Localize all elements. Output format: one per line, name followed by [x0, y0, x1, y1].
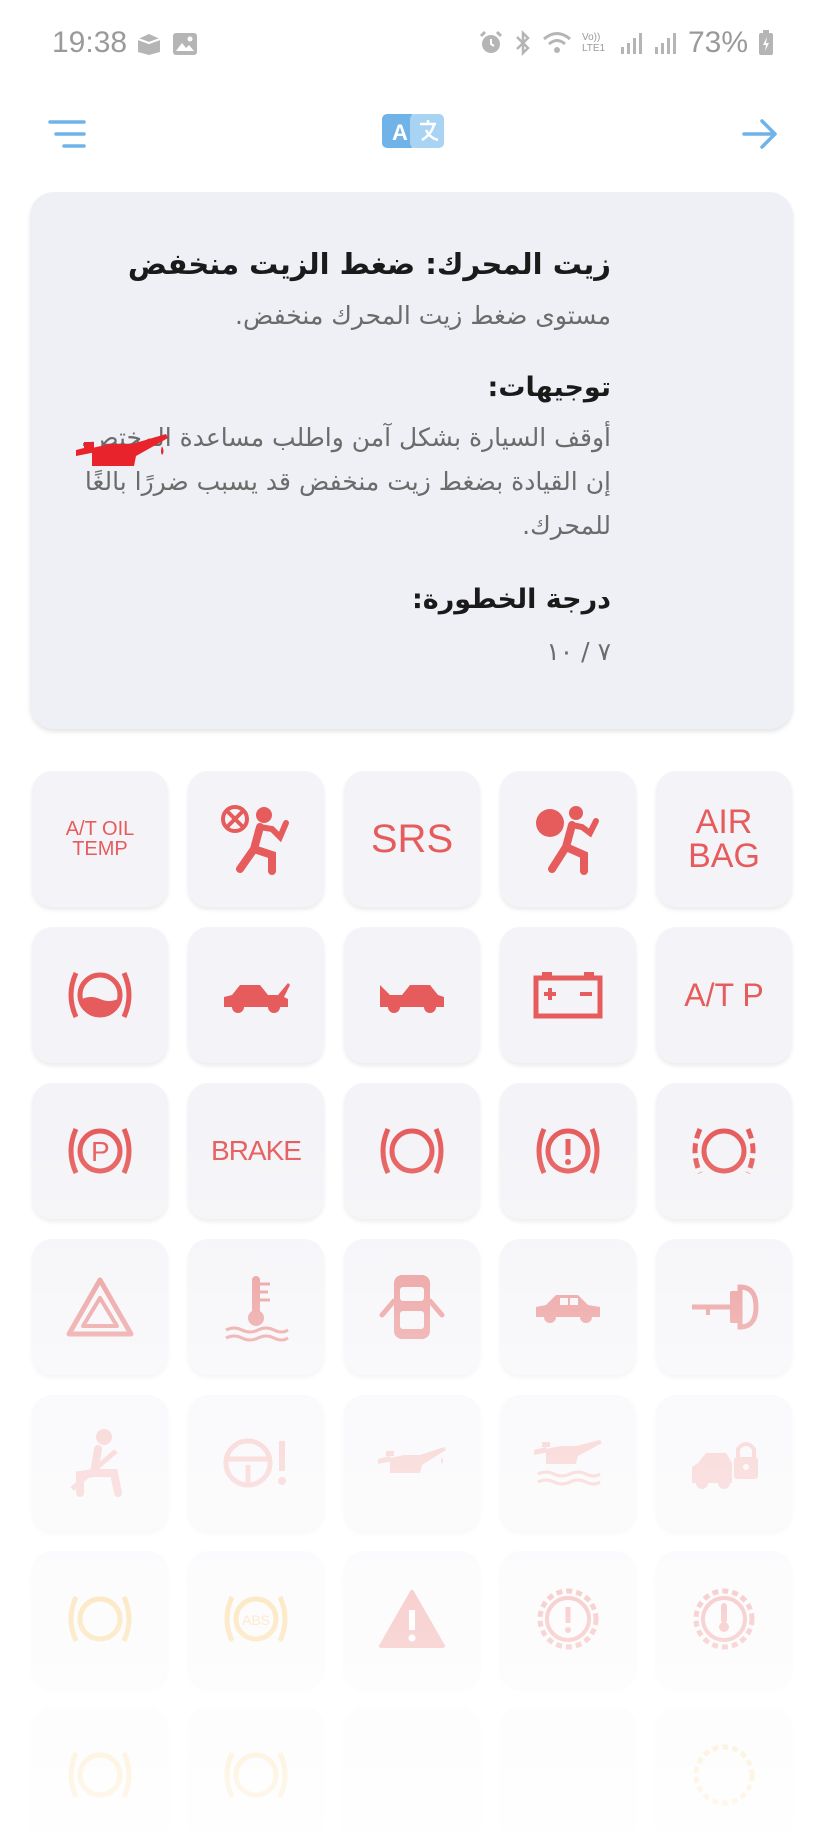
tile-label: A/T OIL TEMP: [65, 818, 135, 860]
tile-label: AIR BAG: [688, 803, 760, 875]
tile-abs[interactable]: ABS: [188, 1551, 324, 1687]
brake-circle-yellow-icon: [64, 1589, 136, 1649]
status-bar: 19:38 Vo)) LTE1 73%: [0, 0, 824, 90]
volte-label: Vo)) LTE1: [581, 32, 606, 54]
tile-seatbelt[interactable]: [32, 1395, 168, 1531]
gallery-icon: [172, 32, 198, 60]
steering-warning-icon: [220, 1433, 292, 1493]
key-icon: [688, 1277, 760, 1337]
trunk-open-icon: [220, 975, 292, 1015]
gear-exclamation-icon: [532, 1583, 604, 1655]
brake-pad-icon: [688, 1121, 760, 1181]
oil-can-icon: [376, 1443, 448, 1483]
brake-fluid-icon: [64, 965, 136, 1025]
tile-general-warning[interactable]: [344, 1551, 480, 1687]
tile-door-open[interactable]: [344, 1239, 480, 1375]
tile-car-lock[interactable]: [656, 1395, 792, 1531]
warning-info-card: زيت المحرك: ضغط الزيت منخفض مستوى ضغط زي…: [30, 192, 793, 729]
airbag-icon: [532, 803, 604, 875]
car-side-icon: [532, 1287, 604, 1327]
hazard-triangle-icon: [65, 1276, 135, 1338]
tile-row7-4[interactable]: [500, 1707, 636, 1832]
tile-label: SRS: [370, 817, 454, 861]
tile-at-oil-temp[interactable]: A/T OIL TEMP: [32, 771, 168, 907]
tile-car-side[interactable]: [500, 1239, 636, 1375]
signal-icon-2: [654, 31, 678, 55]
status-time: 19:38: [52, 26, 128, 59]
tile-row7-3[interactable]: [344, 1707, 480, 1832]
status-indicators: Vo)) LTE1 73%: [478, 26, 774, 60]
hood-open-icon: [376, 975, 448, 1015]
battery-percent: 73%: [687, 26, 748, 59]
car-lock-icon: [688, 1433, 760, 1493]
tile-oil-can[interactable]: [344, 1395, 480, 1531]
tile-steering-warning[interactable]: [188, 1395, 324, 1531]
tile-label: BRAKE: [211, 1135, 302, 1166]
severity-value: ٧ / ١٠: [546, 637, 611, 666]
coolant-temp-icon: [220, 1272, 292, 1342]
tile-brake-pad[interactable]: [656, 1083, 792, 1219]
steering-circle-icon: [220, 1745, 292, 1805]
card-description: مستوى ضغط زيت المحرك منخفض.: [235, 301, 611, 330]
abs-icon: ABS: [220, 1589, 292, 1649]
tile-gear-temp[interactable]: [656, 1551, 792, 1687]
tile-coolant-temp[interactable]: [188, 1239, 324, 1375]
oil-pressure-icon: [74, 428, 170, 482]
brake-circle-yellow-icon: [64, 1745, 136, 1805]
card-title: زيت المحرك: ضغط الزيت منخفض: [127, 247, 611, 281]
tile-hazard[interactable]: [32, 1239, 168, 1375]
bluetooth-icon: [514, 29, 532, 57]
svg-text:ABS: ABS: [242, 1612, 270, 1628]
tile-brake-yellow[interactable]: [32, 1551, 168, 1687]
tile-air-bag[interactable]: AIR BAG: [656, 771, 792, 907]
filter-menu-icon[interactable]: [48, 118, 88, 154]
warning-triangle-icon: [377, 1588, 447, 1650]
tile-parking-brake[interactable]: P: [32, 1083, 168, 1219]
tile-airbag[interactable]: [500, 771, 636, 907]
severity-heading: درجة الخطورة:: [412, 584, 611, 615]
door-open-icon: [376, 1271, 448, 1343]
tile-hood-open[interactable]: [344, 927, 480, 1063]
gear-circle-icon: [688, 1739, 760, 1811]
tile-brake-text[interactable]: BRAKE: [188, 1083, 324, 1219]
tile-trunk-open[interactable]: [188, 927, 324, 1063]
tile-srs[interactable]: SRS: [344, 771, 480, 907]
tile-airbag-off[interactable]: [188, 771, 324, 907]
tile-brake-circle[interactable]: [344, 1083, 480, 1219]
tile-row7-1[interactable]: [32, 1707, 168, 1832]
tile-battery[interactable]: [500, 927, 636, 1063]
svg-text:A: A: [392, 120, 408, 145]
oil-level-icon: [532, 1438, 604, 1488]
wifi-icon: [542, 31, 572, 55]
battery-charging-icon: [758, 30, 774, 56]
tile-at-p[interactable]: A/T P: [656, 927, 792, 1063]
svg-text:P: P: [91, 1136, 110, 1167]
signal-icon-1: [620, 31, 644, 55]
tile-row7-5[interactable]: [656, 1707, 792, 1832]
tile-brake-fluid[interactable]: [32, 927, 168, 1063]
alarm-icon: [478, 30, 504, 56]
battery-icon: [532, 970, 604, 1020]
package-icon: [136, 32, 162, 60]
brake-warning-icon: [532, 1121, 604, 1181]
brake-circle-icon: [376, 1121, 448, 1181]
tile-gear-warning[interactable]: [500, 1551, 636, 1687]
airbag-off-icon: [220, 803, 292, 875]
tile-brake-warning[interactable]: [500, 1083, 636, 1219]
tile-row7-2[interactable]: [188, 1707, 324, 1832]
gear-temp-icon: [688, 1583, 760, 1655]
translate-icon[interactable]: A: [382, 112, 444, 156]
tile-label: A/T P: [684, 977, 764, 1013]
top-bar: A: [0, 100, 824, 180]
instructions-heading: توجيهات:: [487, 372, 611, 403]
tile-key[interactable]: [656, 1239, 792, 1375]
arrow-right-icon[interactable]: [740, 116, 780, 156]
parking-brake-icon: P: [64, 1121, 136, 1181]
seatbelt-icon: [64, 1427, 136, 1499]
tile-oil-level[interactable]: [500, 1395, 636, 1531]
